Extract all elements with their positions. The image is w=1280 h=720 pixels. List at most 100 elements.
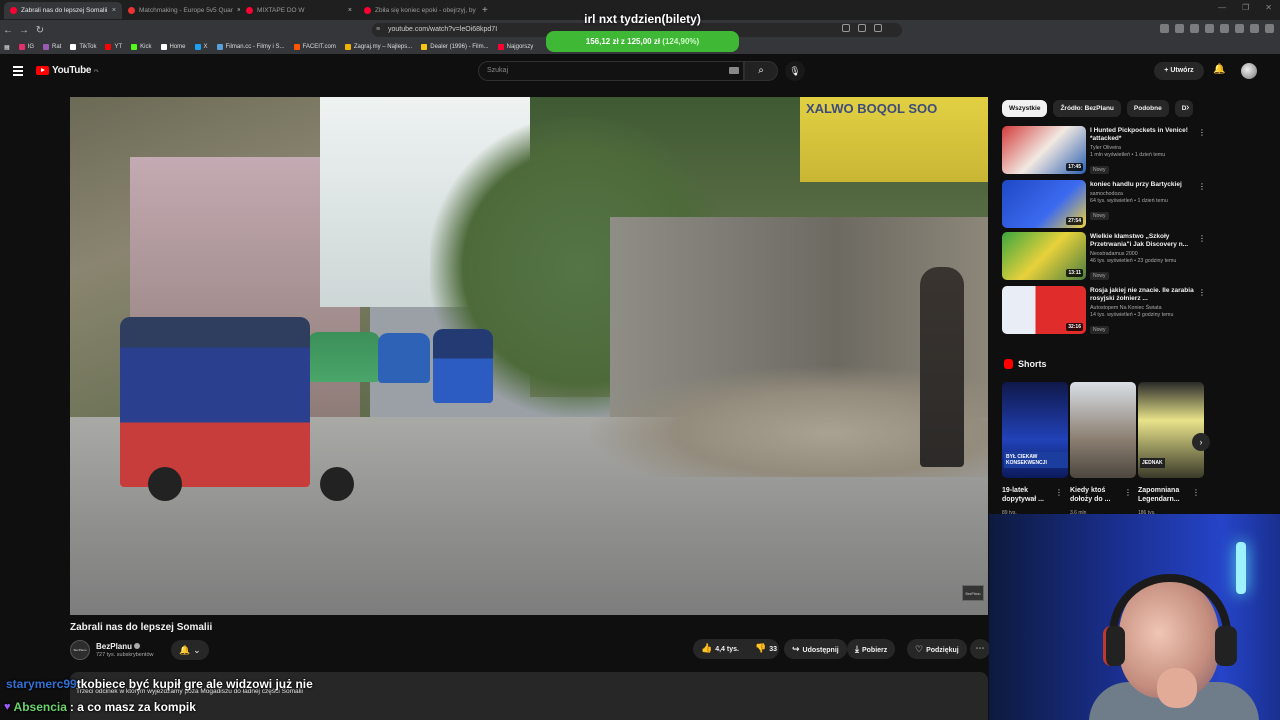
chevron-right-icon[interactable]: › — [1186, 102, 1189, 113]
extension-icon[interactable] — [1250, 24, 1259, 33]
browser-tab-active[interactable]: Zabrali nas do lepszej Somalii × — [4, 1, 122, 19]
forward-icon[interactable]: → — [16, 25, 32, 36]
extension-icon[interactable] — [1175, 24, 1184, 33]
chip-more[interactable]: D — [1174, 100, 1194, 117]
extension-icon[interactable] — [1160, 24, 1169, 33]
more-options-icon[interactable]: ⋮ — [1198, 288, 1206, 297]
dislike-button[interactable]: 👎 33 — [747, 638, 785, 660]
notifications-bell-icon[interactable]: 🔔 — [1213, 64, 1225, 75]
short-thumbnail[interactable]: BYŁ CIEKAW KONSEKWENCJI — [1002, 382, 1068, 478]
video-player[interactable]: XALWO BOQOL SOO BezPlanu — [70, 97, 988, 615]
search-input[interactable]: Szukaj — [478, 61, 744, 81]
short-title[interactable]: Zapomniana Legendarn... — [1138, 486, 1194, 504]
menu-icon[interactable] — [1265, 24, 1274, 33]
chip-related[interactable]: Podobne — [1126, 100, 1169, 117]
short-title[interactable]: Kiedy ktoś dołoży do ... — [1070, 486, 1126, 504]
bookmark-item[interactable]: Filman.cc - Filmy i S... — [216, 44, 285, 50]
video-title[interactable]: Rosja jakiej nie znacie. Ile zarabia ros… — [1090, 287, 1194, 303]
bookmark-item[interactable]: FACEIT.com — [293, 44, 336, 50]
bookmark-item[interactable]: Kick — [131, 44, 152, 50]
bookmark-item[interactable]: Najgorszy — [497, 44, 533, 50]
channel-watermark[interactable]: BezPlanu — [962, 585, 984, 601]
view-stats: 46 tys. wyświetleń • 23 godziny temu — [1090, 258, 1177, 264]
back-icon[interactable]: ← — [0, 25, 16, 36]
bookmark-item[interactable]: Rat — [43, 44, 61, 50]
more-actions-icon[interactable]: ⋯ — [970, 639, 990, 659]
download-button[interactable]: ⤓ Pobierz — [847, 639, 896, 659]
video-thumbnail[interactable]: 17:45 — [1002, 126, 1086, 174]
bookmark-item[interactable]: Zagraj.my – Najleps... — [344, 44, 412, 50]
browser-tab[interactable]: Zbiła się koniec epoki - obejrzyj, by× — [358, 2, 476, 19]
recommended-video[interactable]: 32:16 Rosja jakiej nie znacie. Ile zarab… — [1002, 286, 1206, 336]
recommended-video[interactable]: 13:11 Wielkie kłamstwo „Szkoły Przetrwan… — [1002, 232, 1206, 282]
chevron-right-icon[interactable]: › — [1192, 433, 1210, 451]
share-icon[interactable] — [858, 24, 866, 32]
video-title[interactable]: I Hunted Pickpockets in Venice! *attacke… — [1090, 127, 1194, 143]
bookmark-favicon-icon — [421, 44, 428, 50]
short-thumbnail[interactable] — [1070, 382, 1136, 478]
more-options-icon[interactable]: ⋮ — [1198, 128, 1206, 137]
bookmark-item[interactable]: TikTok — [70, 44, 96, 50]
short-title[interactable]: 19-latek dopytywał ... — [1002, 486, 1058, 504]
channel-name[interactable]: Autostopem Na Koniec Świata — [1090, 305, 1194, 311]
more-options-icon[interactable]: ⋮ — [1198, 182, 1206, 191]
short-thumbnail[interactable]: JEDNAK — [1138, 382, 1204, 478]
search-button[interactable]: ⌕ — [744, 61, 778, 81]
keyboard-icon[interactable] — [729, 67, 739, 74]
bookmark-star-icon[interactable] — [874, 24, 882, 32]
chip-all[interactable]: Wszystkie — [1002, 100, 1048, 117]
new-tab-button[interactable]: + — [482, 5, 488, 16]
apps-grid-icon[interactable]: ▦ — [4, 44, 10, 51]
account-avatar[interactable] — [1241, 63, 1257, 79]
recommended-video[interactable]: 27:54 koniec handlu przy Bartyckiej samo… — [1002, 180, 1206, 230]
browser-tab[interactable]: Matchmaking - Europe 5v5 Quar × — [122, 2, 240, 19]
extension-icon[interactable] — [1205, 24, 1214, 33]
bookmark-item[interactable]: Home — [160, 44, 186, 50]
more-options-icon[interactable]: ⋮ — [1198, 234, 1206, 243]
more-options-icon[interactable]: ⋮ — [1124, 488, 1132, 497]
video-scene-tuktuk — [378, 333, 430, 383]
channel-name[interactable]: samochodoza — [1090, 191, 1194, 197]
maximize-icon[interactable]: ❐ — [1242, 3, 1249, 12]
bookmark-item[interactable]: Dealer (1996) - Film... — [421, 44, 489, 50]
create-button[interactable]: + Utwórz — [1154, 62, 1204, 80]
video-thumbnail[interactable]: 13:11 — [1002, 232, 1086, 280]
bookmark-item[interactable]: IG — [18, 44, 34, 50]
video-thumbnail[interactable]: 27:54 — [1002, 180, 1086, 228]
close-icon[interactable]: × — [112, 7, 116, 14]
hamburger-menu-icon[interactable] — [13, 66, 23, 76]
video-thumbnail[interactable]: 32:16 — [1002, 286, 1086, 334]
video-title[interactable]: koniec handlu przy Bartyckiej — [1090, 181, 1194, 189]
subscriber-count: 727 tys. subskrybentów — [96, 652, 154, 658]
chip-from-channel[interactable]: Źródło: BezPlanu — [1053, 100, 1121, 117]
like-button[interactable]: 👍 4,4 tys. — [693, 638, 747, 660]
youtube-logo[interactable]: YouTube PL — [36, 65, 99, 76]
more-options-icon[interactable]: ⋮ — [1055, 488, 1063, 497]
extension-icon[interactable] — [1190, 24, 1199, 33]
browser-tab[interactable]: MIXTAPE DO W × — [240, 2, 358, 19]
close-window-icon[interactable]: ✕ — [1265, 3, 1272, 12]
extension-icon[interactable] — [1235, 24, 1244, 33]
channel-name[interactable]: Tyler Oliveira — [1090, 145, 1194, 151]
tab-label: MIXTAPE DO W — [257, 6, 305, 14]
channel-name[interactable]: Neostradamus 2000 — [1090, 251, 1194, 257]
channel-avatar[interactable]: BezPlanu — [70, 640, 90, 660]
duration-badge: 32:16 — [1066, 323, 1083, 331]
video-title[interactable]: Wielkie kłamstwo „Szkoły Przetrwania"i J… — [1090, 233, 1194, 249]
bookmark-item[interactable]: YT — [105, 44, 122, 50]
bookmark-favicon-icon — [344, 44, 351, 50]
share-button[interactable]: ↪ Udostępnij — [784, 639, 847, 659]
subscription-bell-button[interactable]: 🔔 ⌄ — [171, 640, 209, 660]
extension-icon[interactable] — [1220, 24, 1229, 33]
more-options-icon[interactable]: ⋮ — [1192, 488, 1200, 497]
channel-name[interactable]: BezPlanu — [96, 642, 141, 651]
close-icon[interactable]: × — [348, 7, 352, 14]
site-info-icon[interactable]: ≡ — [376, 23, 380, 37]
recommended-video[interactable]: 17:45 I Hunted Pickpockets in Venice! *a… — [1002, 126, 1206, 176]
voice-search-button[interactable]: 🎙 — [785, 61, 805, 81]
install-icon[interactable] — [842, 24, 850, 32]
bookmark-item[interactable]: X — [194, 44, 208, 50]
reload-icon[interactable]: ↻ — [32, 25, 48, 36]
minimize-icon[interactable]: — — [1218, 3, 1226, 12]
thanks-button[interactable]: ♡ Podziękuj — [907, 639, 967, 659]
